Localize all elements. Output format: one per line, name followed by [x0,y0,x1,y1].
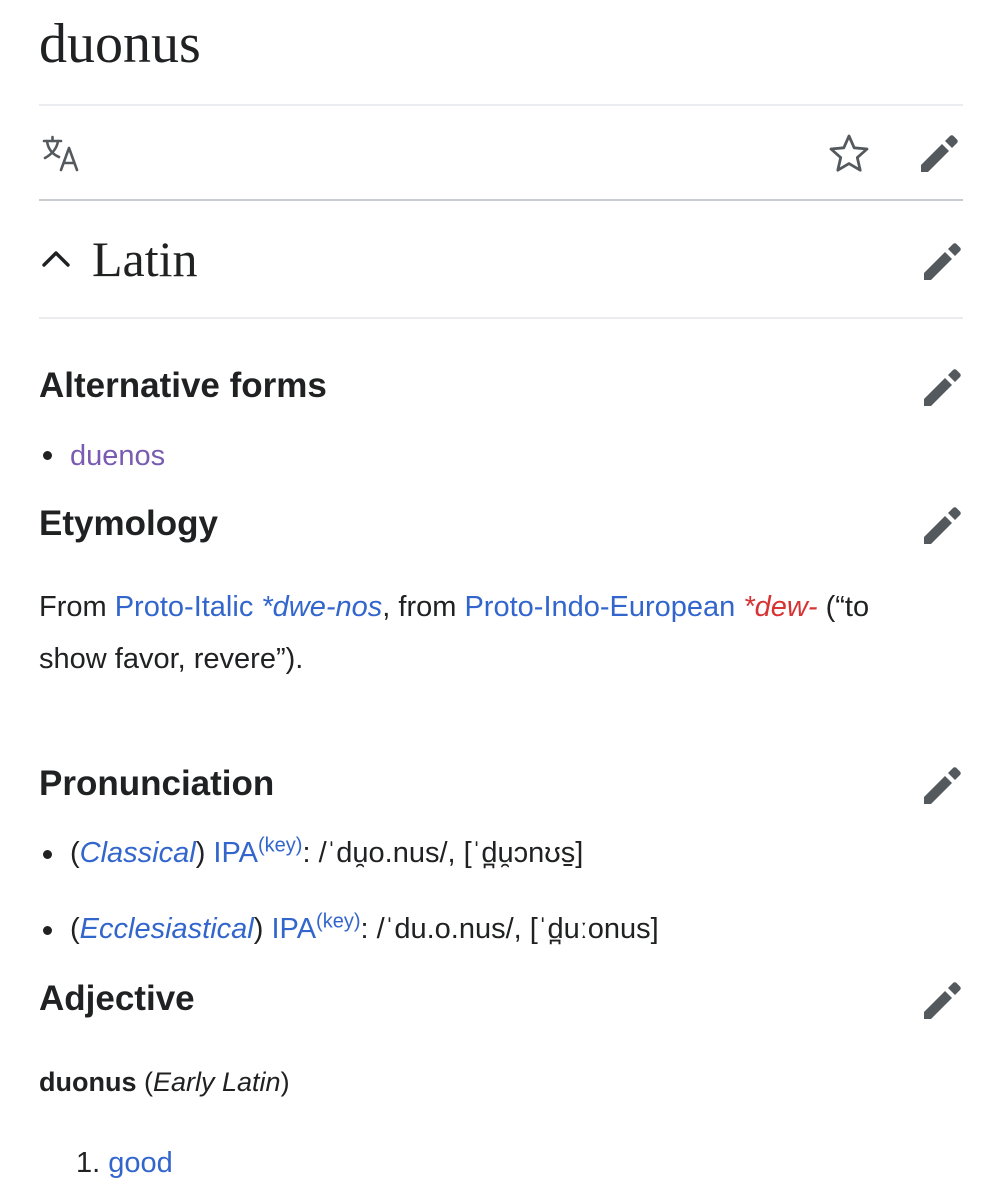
chevron-up-icon [42,251,70,267]
link-ipa-key[interactable]: (key) [258,834,302,856]
link-classical[interactable]: Classical [80,837,196,869]
link-ipa[interactable]: IPA [271,913,316,945]
paren-open: ( [70,913,80,945]
sense-item: 1. good [76,1137,173,1189]
link-proto-indo-european[interactable]: Proto-Indo-European [464,591,735,623]
pencil-icon [924,767,961,804]
pencil-icon [924,369,961,406]
translate-icon[interactable] [40,132,84,176]
collapse-section-button[interactable] [38,240,74,276]
label-open: ( [136,1067,153,1097]
star-icon[interactable] [827,132,871,176]
usage-label: Early Latin [152,1067,281,1097]
list-bullet [43,451,52,460]
actions-divider [39,199,963,201]
link-dwe-nos[interactable]: *dwe-nos [261,591,382,623]
title-divider [39,104,963,106]
list-bullet [43,926,52,935]
pronunciation-item: (Classical) IPA(key): /ˈdu̯o.nus/, [ˈd̪u… [70,827,583,879]
paren-open: ( [70,837,80,869]
edit-etymology-button[interactable] [920,504,964,548]
edit-page-button[interactable] [917,132,961,176]
pencil-icon [924,982,961,1019]
link-ecclesiastical[interactable]: Ecclesiastical [80,913,254,945]
heading-pronunciation: Pronunciation [39,764,275,803]
etymology-from: From [39,591,115,623]
page-title: duonus [39,13,201,75]
headword: duonus [39,1067,137,1097]
link-proto-italic[interactable]: Proto-Italic [115,591,254,623]
edit-section-latin-button[interactable] [920,240,964,284]
section-divider [39,317,963,319]
pronunciation-item: (Ecclesiastical) IPA(key): /ˈdu.o.nus/, … [70,903,659,955]
edit-adjective-button[interactable] [920,979,964,1023]
heading-alternative-forms: Alternative forms [39,366,327,405]
etymology-gloss-line1: (“to [817,591,870,623]
link-ipa-key[interactable]: (key) [316,910,360,932]
paren-close: ) [195,837,214,869]
etymology-from-2: , from [382,591,465,623]
link-dew[interactable]: *dew- [743,591,817,623]
headword-line: duonus (Early Latin) [39,1056,290,1108]
paren-close: ) [253,913,272,945]
section-heading-latin: Latin [92,231,198,287]
etymology-gloss-line2: show favor, revere”). [39,643,304,675]
link-duenos[interactable]: duenos [70,430,165,482]
sense-number: 1. [76,1147,101,1179]
ipa-transcription: : /ˈdu̯o.nus/, [ˈd̪u̯ɔnʊs̠] [302,837,584,869]
link-good[interactable]: good [108,1147,173,1179]
list-bullet [43,850,52,859]
etymology-text: From Proto-Italic *dwe-nos, from Proto-I… [39,581,969,633]
heading-adjective: Adjective [39,979,195,1018]
pencil-icon [924,507,961,544]
heading-etymology: Etymology [39,504,218,543]
pencil-icon [921,135,958,172]
edit-alternative-forms-button[interactable] [920,366,964,410]
pencil-icon [924,243,961,280]
ipa-transcription: : /ˈdu.o.nus/, [ˈd̪uːonus] [360,913,659,945]
label-close: ) [280,1067,290,1097]
edit-pronunciation-button[interactable] [920,764,964,808]
link-ipa[interactable]: IPA [213,837,258,869]
